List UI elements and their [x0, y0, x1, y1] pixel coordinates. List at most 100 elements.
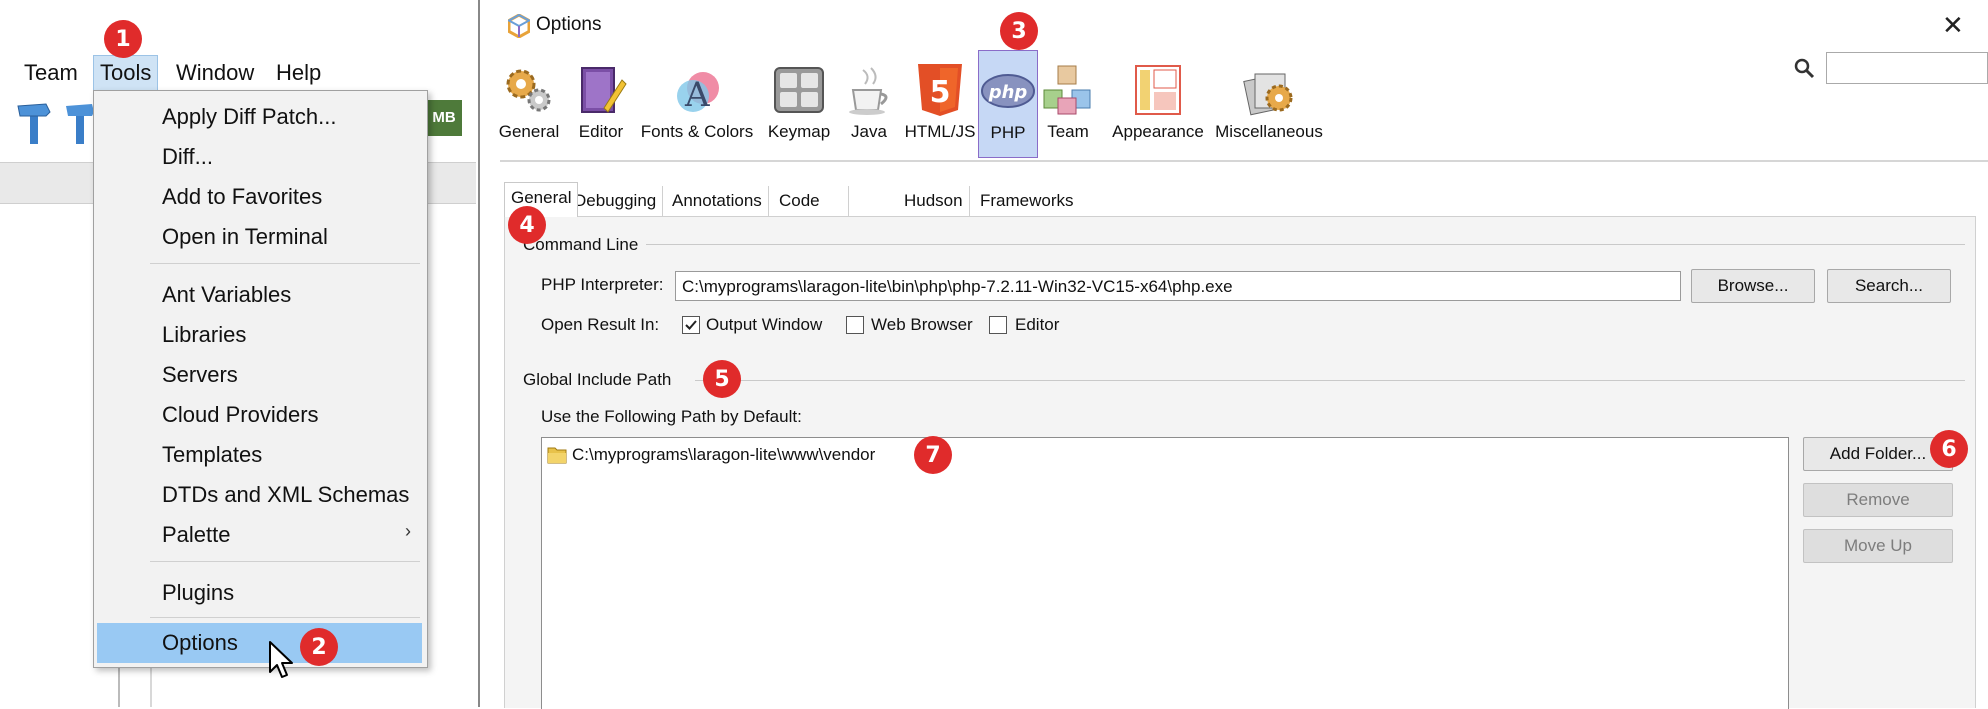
- menu-tools[interactable]: Tools: [93, 55, 159, 91]
- tab-frameworks-tools[interactable]: Frameworks & Tools: [974, 186, 1080, 240]
- menu-item-libraries[interactable]: Libraries: [162, 317, 246, 353]
- menu-team[interactable]: Team: [18, 56, 84, 90]
- php-interpreter-label: PHP Interpreter:: [541, 275, 664, 294]
- menu-item-servers[interactable]: Servers: [162, 357, 238, 393]
- editor-book-icon: [581, 67, 627, 113]
- editor-label: Editor: [1015, 315, 1060, 334]
- tab-debugging[interactable]: Debugging: [568, 186, 664, 216]
- category-label: Miscellaneous: [1215, 122, 1323, 141]
- mouse-cursor-icon: [269, 641, 293, 678]
- menu-item-diff[interactable]: Diff...: [162, 139, 213, 175]
- menu-item-apply-diff-patch[interactable]: Apply Diff Patch...: [162, 99, 336, 135]
- menu-item-add-to-favorites[interactable]: Add to Favorites: [162, 179, 322, 215]
- category-divider: [500, 160, 1988, 162]
- menu-item-open-in-terminal[interactable]: Open in Terminal: [162, 219, 328, 255]
- menu-item-cloud-providers[interactable]: Cloud Providers: [162, 397, 319, 433]
- move-up-button[interactable]: Move Up: [1803, 529, 1953, 563]
- category-label: PHP: [990, 123, 1026, 142]
- category-label: HTML/JS: [904, 122, 976, 141]
- submenu-arrow-icon: ›: [405, 521, 411, 541]
- output-window-checkbox[interactable]: [682, 316, 700, 334]
- checkmark-icon: [685, 320, 697, 330]
- include-path-value: C:\myprograms\laragon-lite\www\vendor: [572, 445, 876, 464]
- category-team[interactable]: Team: [1040, 50, 1096, 160]
- build-hammer-icon[interactable]: [16, 100, 52, 146]
- tab-hudson[interactable]: Hudson: [898, 186, 970, 216]
- menu-bar: Team Tools Window Help: [0, 50, 476, 94]
- category-label: Appearance: [1112, 122, 1204, 141]
- tab-annotations[interactable]: Annotations: [666, 186, 769, 216]
- category-miscellaneous[interactable]: Miscellaneous: [1214, 50, 1324, 160]
- callout-7: 7: [914, 436, 952, 474]
- svg-text:A: A: [684, 75, 710, 115]
- search-button[interactable]: Search...: [1827, 269, 1951, 303]
- html5-label: 5: [930, 75, 951, 110]
- callout-4: 4: [508, 206, 546, 244]
- web-browser-label: Web Browser: [871, 315, 973, 334]
- category-editor[interactable]: Editor: [574, 50, 628, 160]
- global-include-path-title: Global Include Path: [523, 370, 680, 390]
- miscellaneous-icon: [1243, 73, 1293, 116]
- fonts-colors-icon: A: [677, 72, 719, 115]
- menu-item-templates[interactable]: Templates: [162, 437, 262, 473]
- keymap-icon: [774, 67, 824, 113]
- clean-build-icon[interactable]: [66, 100, 94, 146]
- close-icon[interactable]: ✕: [1942, 10, 1964, 41]
- menu-item-ant-variables[interactable]: Ant Variables: [162, 277, 291, 313]
- category-label: Keymap: [767, 122, 831, 141]
- netbeans-logo-icon: [508, 14, 530, 38]
- section-divider: [615, 244, 1965, 245]
- callout-3: 3: [1000, 12, 1038, 50]
- menu-item-palette[interactable]: Palette: [162, 517, 231, 553]
- folder-icon: [547, 447, 567, 464]
- editor-checkbox[interactable]: [989, 316, 1007, 334]
- default-path-label: Use the Following Path by Default:: [541, 407, 802, 426]
- category-html-js[interactable]: 5 HTML/JS: [900, 50, 980, 160]
- category-label: Fonts & Colors: [640, 122, 754, 141]
- command-line-title: Command Line: [523, 235, 647, 255]
- search-input[interactable]: [1826, 52, 1988, 84]
- general-tab-panel: Command Line PHP Interpreter: C:\myprogr…: [504, 216, 1976, 709]
- web-browser-checkbox[interactable]: [846, 316, 864, 334]
- options-highlight: [97, 623, 422, 663]
- callout-5: 5: [703, 360, 741, 398]
- section-divider: [695, 380, 1965, 381]
- category-java[interactable]: Java: [840, 50, 898, 160]
- category-label: Editor: [578, 122, 624, 141]
- menu-item-options[interactable]: Options: [162, 625, 238, 661]
- dialog-titlebar: Options ✕: [480, 0, 1988, 50]
- category-fonts-colors[interactable]: A Fonts & Colors: [638, 50, 756, 160]
- category-general[interactable]: General: [498, 50, 560, 160]
- options-dialog: Options ✕ General Editor A Fonts & Color…: [478, 0, 1988, 709]
- remove-button[interactable]: Remove: [1803, 483, 1953, 517]
- php-interpreter-field[interactable]: C:\myprograms\laragon-lite\bin\php\php-7…: [675, 271, 1681, 301]
- browse-button[interactable]: Browse...: [1691, 269, 1815, 303]
- category-keymap[interactable]: Keymap: [762, 50, 836, 160]
- java-cup-icon: [849, 67, 888, 115]
- html5-icon: 5: [918, 64, 962, 116]
- php-icon: php: [981, 74, 1035, 108]
- appearance-icon: [1135, 65, 1181, 115]
- category-label: Team: [1047, 122, 1089, 141]
- category-label: General: [498, 122, 560, 141]
- callout-6: 6: [1930, 430, 1968, 468]
- callout-2: 2: [300, 628, 338, 666]
- menu-window[interactable]: Window: [170, 56, 260, 90]
- category-php[interactable]: php PHP: [978, 50, 1038, 158]
- search-icon: [1794, 58, 1815, 79]
- menu-help[interactable]: Help: [270, 56, 327, 90]
- menu-separator: [150, 561, 420, 562]
- dialog-title: Options: [536, 14, 602, 35]
- menu-item-dtds-xml-schemas[interactable]: DTDs and XML Schemas: [162, 477, 409, 513]
- category-appearance[interactable]: Appearance: [1108, 50, 1208, 160]
- gears-icon: [506, 69, 551, 112]
- memory-indicator[interactable]: MB: [426, 100, 462, 136]
- include-path-list[interactable]: C:\myprograms\laragon-lite\www\vendor: [541, 437, 1789, 709]
- tab-code-analysis[interactable]: Code Analysis: [773, 186, 850, 240]
- list-item[interactable]: C:\myprograms\laragon-lite\www\vendor: [546, 442, 875, 468]
- menu-separator: [150, 617, 420, 618]
- php-icon-label: php: [988, 82, 1028, 103]
- menu-item-plugins[interactable]: Plugins: [162, 575, 234, 611]
- callout-1: 1: [104, 20, 142, 58]
- team-cubes-icon: [1043, 65, 1091, 115]
